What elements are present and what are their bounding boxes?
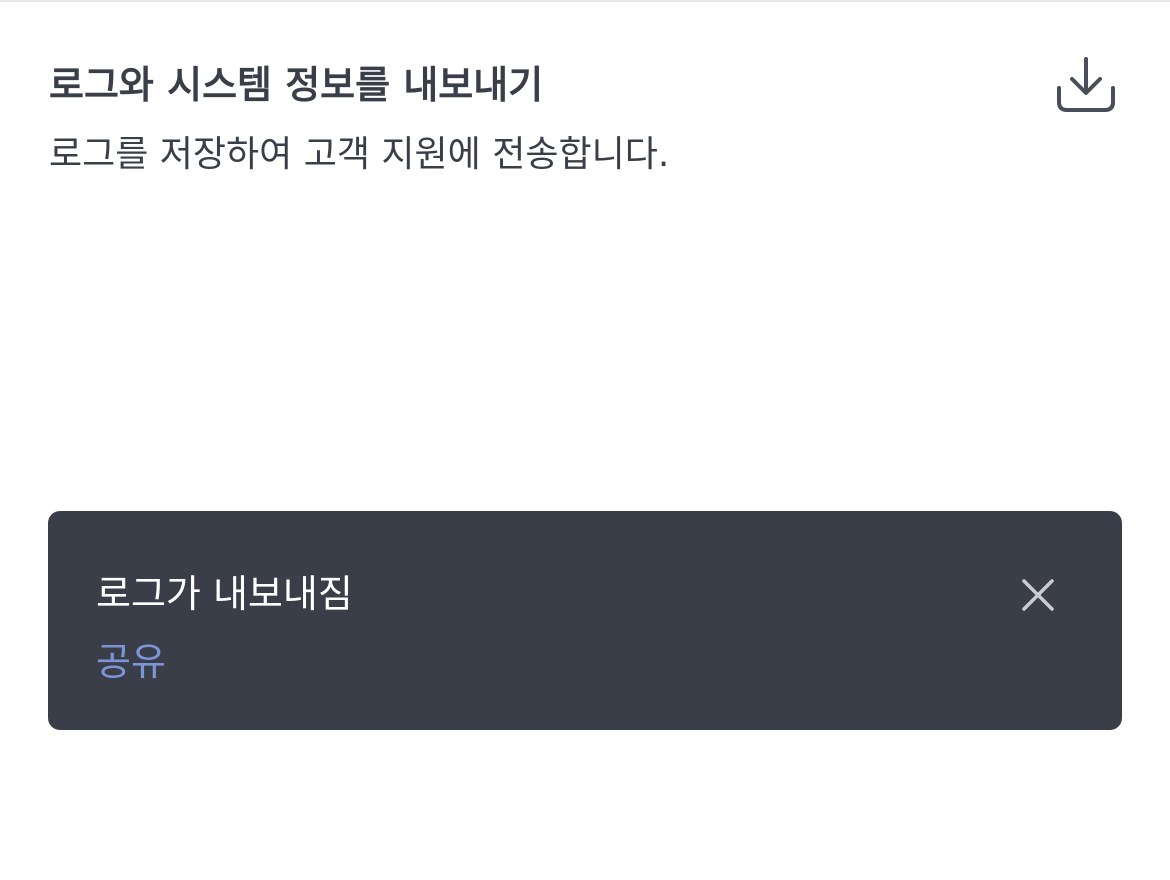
toast-message: 로그가 내보내짐 xyxy=(96,572,353,616)
share-button[interactable]: 공유 xyxy=(96,637,166,687)
export-logs-description: 로그를 저장하여 고객 지원에 전송합니다. xyxy=(49,134,670,175)
download-icon[interactable] xyxy=(1054,54,1118,118)
export-logs-title: 로그와 시스템 정보를 내보내기 xyxy=(49,63,544,107)
export-logs-row[interactable]: 로그와 시스템 정보를 내보내기 로그를 저장하여 고객 지원에 전송합니다. xyxy=(0,2,1170,202)
close-icon[interactable] xyxy=(1010,567,1066,623)
export-toast: 로그가 내보내짐 공유 xyxy=(48,511,1122,730)
